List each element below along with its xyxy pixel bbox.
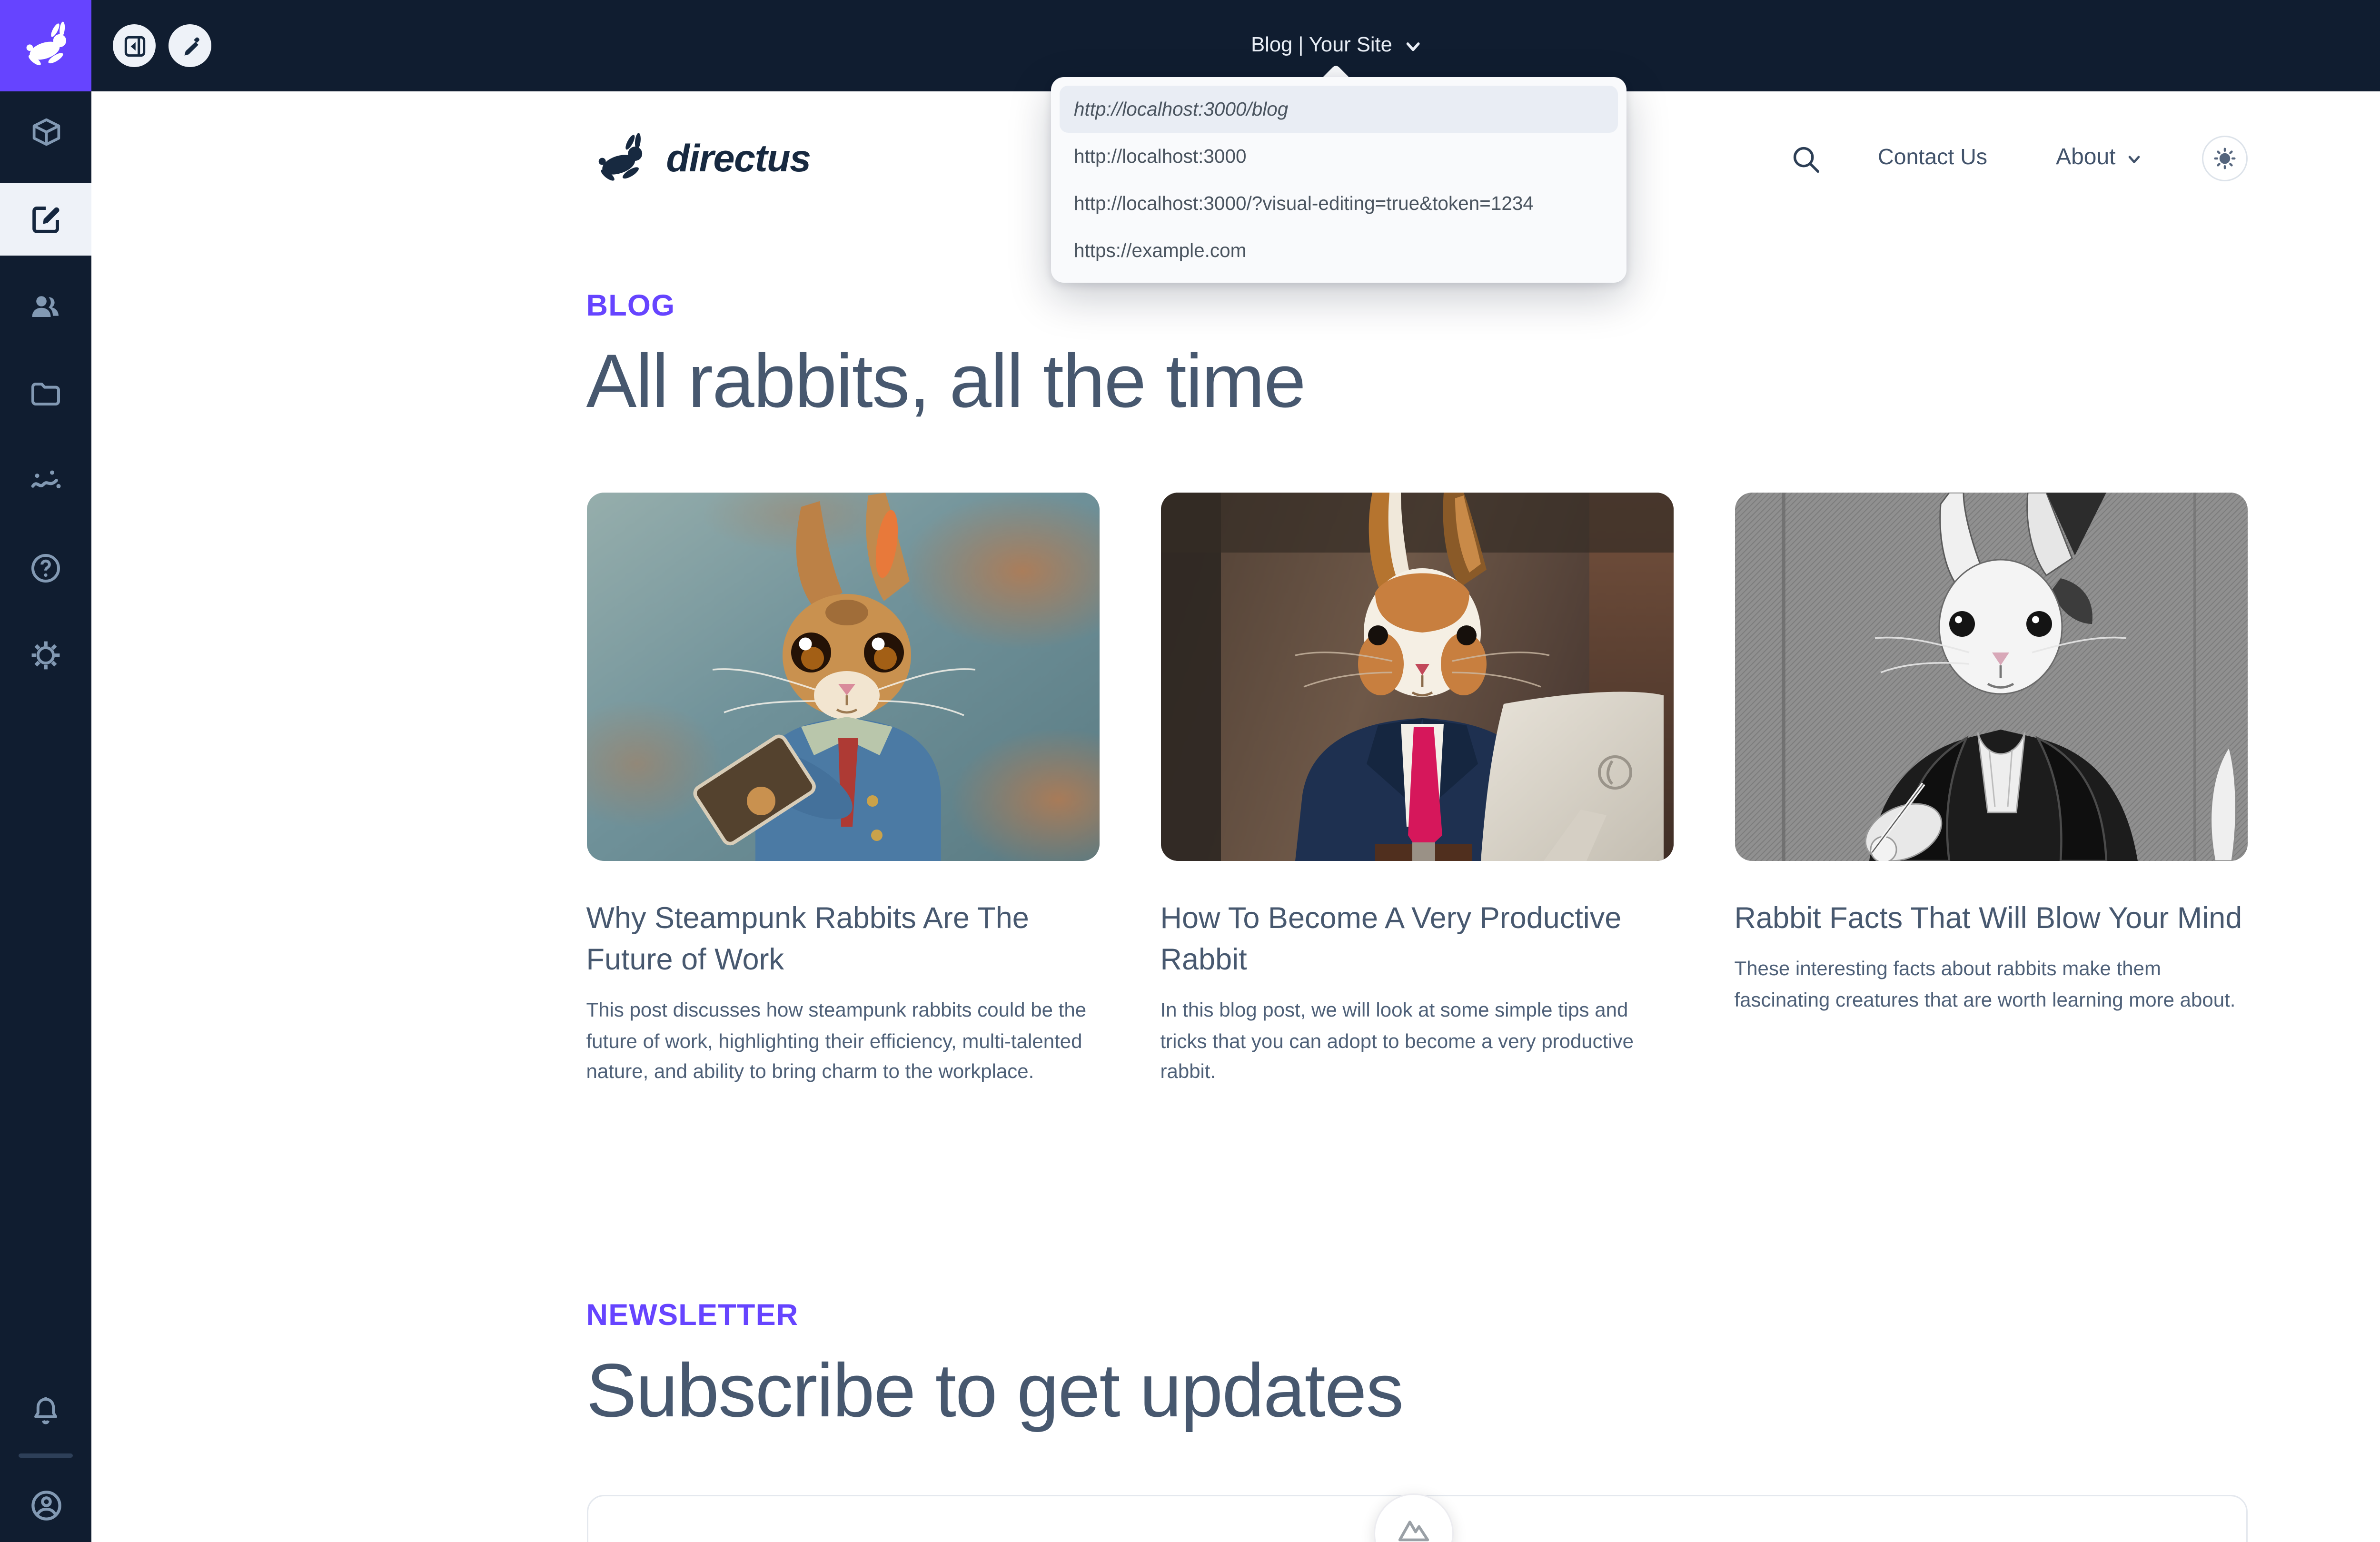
edit-icon — [30, 203, 62, 236]
blog-post-card[interactable]: Rabbit Facts That Will Blow Your Mind Th… — [1735, 493, 2247, 1087]
sidebar-item-users[interactable] — [0, 270, 91, 343]
blog-post-card[interactable]: How To Become A Very Productive Rabbit I… — [1160, 493, 1673, 1087]
url-option[interactable]: http://localhost:3000/?visual-editing=tr… — [1060, 180, 1618, 227]
post-image-steampunk-rabbit — [586, 493, 1099, 861]
chevron-down-icon — [1404, 37, 1422, 55]
sidebar-item-insights[interactable] — [0, 444, 91, 517]
blog-post-card[interactable]: Why Steampunk Rabbits Are The Future of … — [586, 493, 1099, 1087]
edit-mode-button[interactable] — [169, 24, 211, 67]
collapse-panel-button[interactable] — [113, 24, 156, 67]
sidebar-item-visual-editor[interactable] — [0, 183, 91, 256]
edit-pencil-icon — [178, 34, 201, 57]
mountain-icon — [1395, 1495, 1432, 1542]
theme-toggle-button[interactable] — [2202, 136, 2247, 181]
users-icon — [29, 289, 63, 324]
newsletter-title: Subscribe to get updates — [586, 1347, 2247, 1434]
insights-icon — [29, 464, 63, 498]
nav-dropdown-about[interactable]: About — [2056, 146, 2141, 171]
bell-icon — [29, 1394, 63, 1429]
box-icon — [30, 116, 62, 148]
settings-icon — [29, 638, 63, 672]
post-image-productive-rabbit — [1160, 493, 1673, 861]
directus-rabbit-icon — [16, 21, 76, 70]
directus-app-logo[interactable] — [0, 0, 91, 91]
newsletter-eyebrow: NEWSLETTER — [586, 1299, 2247, 1333]
blog-title: All rabbits, all the time — [586, 338, 2247, 425]
search-icon — [1791, 144, 1821, 174]
user-circle-icon — [28, 1488, 64, 1523]
site-brand[interactable]: directus — [586, 132, 811, 185]
site-preview: directus Contact Us About — [91, 91, 2380, 1542]
editor-toolbar — [113, 24, 211, 67]
site-nav: Contact Us About — [1791, 136, 2247, 181]
post-title: Rabbit Facts That Will Blow Your Mind — [1735, 898, 2247, 939]
post-description: This post discusses how steampunk rabbit… — [586, 995, 1099, 1087]
url-switcher-dropdown: http://localhost:3000/blog http://localh… — [1051, 77, 1626, 283]
nav-about-label: About — [2056, 146, 2115, 171]
sidebar-bottom — [0, 1375, 91, 1542]
notifications-button[interactable] — [0, 1375, 91, 1448]
directus-rabbit-icon — [586, 132, 652, 185]
search-button[interactable] — [1791, 144, 1821, 174]
help-icon — [29, 551, 63, 585]
blog-post-grid: Why Steampunk Rabbits Are The Future of … — [586, 493, 2247, 1087]
sidebar-divider — [19, 1453, 73, 1458]
post-description: In this blog post, we will look at some … — [1160, 995, 1673, 1087]
site-brand-wordmark: directus — [666, 137, 811, 181]
nav-link-contact-us[interactable]: Contact Us — [1878, 146, 1987, 171]
directus-visual-editor: Blog | Your Site 1860 × 1020 100% — [0, 0, 2380, 1542]
sidebar-item-settings[interactable] — [0, 618, 91, 691]
post-title: Why Steampunk Rabbits Are The Future of … — [586, 898, 1099, 981]
url-option[interactable]: https://example.com — [1060, 227, 1618, 274]
url-option[interactable]: http://localhost:3000 — [1060, 133, 1618, 180]
folder-icon — [29, 376, 63, 411]
site-switcher-label: Blog | Your Site — [1251, 34, 1392, 57]
sidebar-item-content[interactable] — [0, 96, 91, 168]
post-description: These interesting facts about rabbits ma… — [1735, 954, 2247, 1015]
module-sidebar — [0, 91, 91, 1542]
sidebar-item-help[interactable] — [0, 531, 91, 604]
chevron-down-icon — [2126, 151, 2142, 167]
url-option[interactable]: http://localhost:3000/blog — [1060, 86, 1618, 133]
sun-icon — [2211, 146, 2237, 171]
post-image-victorian-rabbit — [1735, 493, 2247, 861]
blog-eyebrow: BLOG — [586, 290, 2247, 324]
sidebar-item-files[interactable] — [0, 357, 91, 430]
collapse-panel-icon — [122, 34, 147, 58]
post-title: How To Become A Very Productive Rabbit — [1160, 898, 1673, 981]
user-menu-button[interactable] — [0, 1469, 91, 1542]
